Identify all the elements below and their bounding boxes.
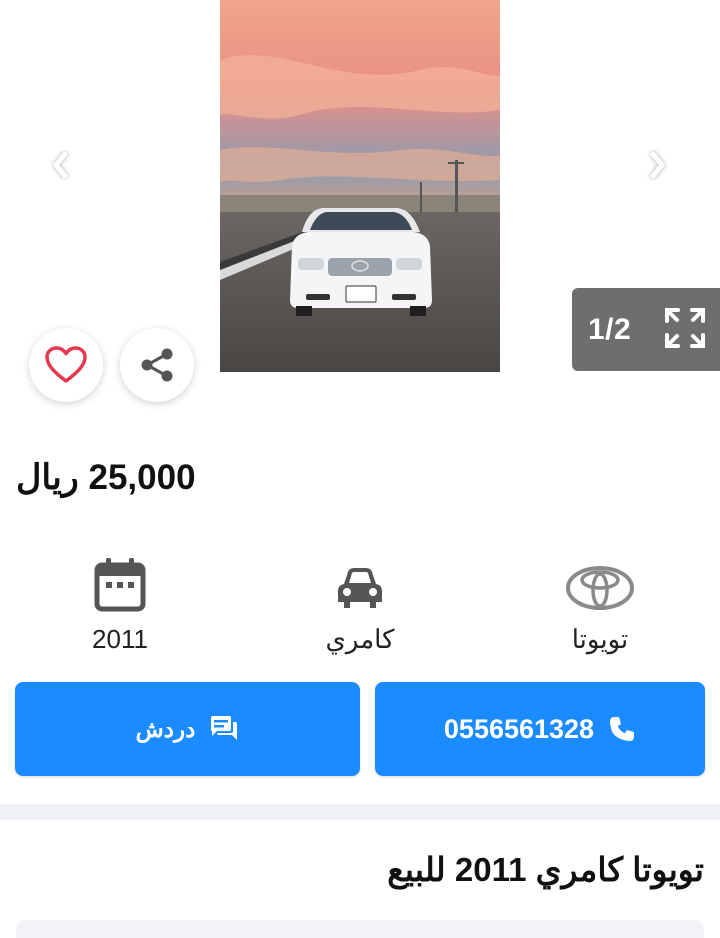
- image-gallery[interactable]: 1/2: [0, 0, 720, 402]
- car-icon: [338, 568, 382, 608]
- chevron-right-icon: [650, 151, 665, 179]
- spec-model: كامري: [280, 556, 440, 655]
- spec-year: 2011: [40, 556, 200, 655]
- toyota-logo-icon: [566, 566, 634, 610]
- spec-make-value: تويوتا: [571, 624, 629, 654]
- spec-model-value: كامري: [325, 624, 395, 654]
- heart-icon: [45, 346, 87, 383]
- fullscreen-expand-icon: [665, 308, 705, 348]
- section-divider: [0, 804, 720, 820]
- details-card: [16, 920, 704, 938]
- spec-year-value: 2011: [92, 624, 148, 654]
- phone-number: 0556561328: [443, 713, 595, 744]
- calendar-icon: [94, 558, 146, 612]
- share-icon: [141, 348, 173, 382]
- image-counter: 1/2: [588, 312, 632, 346]
- call-button[interactable]: 0556561328: [375, 682, 705, 776]
- chevron-left-icon: [53, 151, 68, 179]
- favorite-button[interactable]: [29, 328, 103, 402]
- price: 25,000 ريال: [16, 458, 196, 498]
- chat-button[interactable]: دردش: [15, 682, 360, 776]
- next-image-button[interactable]: [642, 148, 672, 182]
- previous-image-button[interactable]: [46, 148, 76, 182]
- price-currency: ريال: [16, 458, 79, 497]
- share-button[interactable]: [120, 328, 194, 402]
- listing-title: تويوتا كامري 2011 للبيع: [387, 851, 704, 888]
- spec-make: تويوتا: [520, 556, 680, 655]
- image-counter-fullscreen-button[interactable]: 1/2: [572, 288, 720, 371]
- chat-icon: [211, 716, 238, 740]
- car-photo[interactable]: [220, 0, 500, 372]
- phone-icon: [610, 717, 635, 741]
- chat-button-label: دردش: [135, 715, 196, 742]
- price-amount: 25,000: [88, 458, 196, 497]
